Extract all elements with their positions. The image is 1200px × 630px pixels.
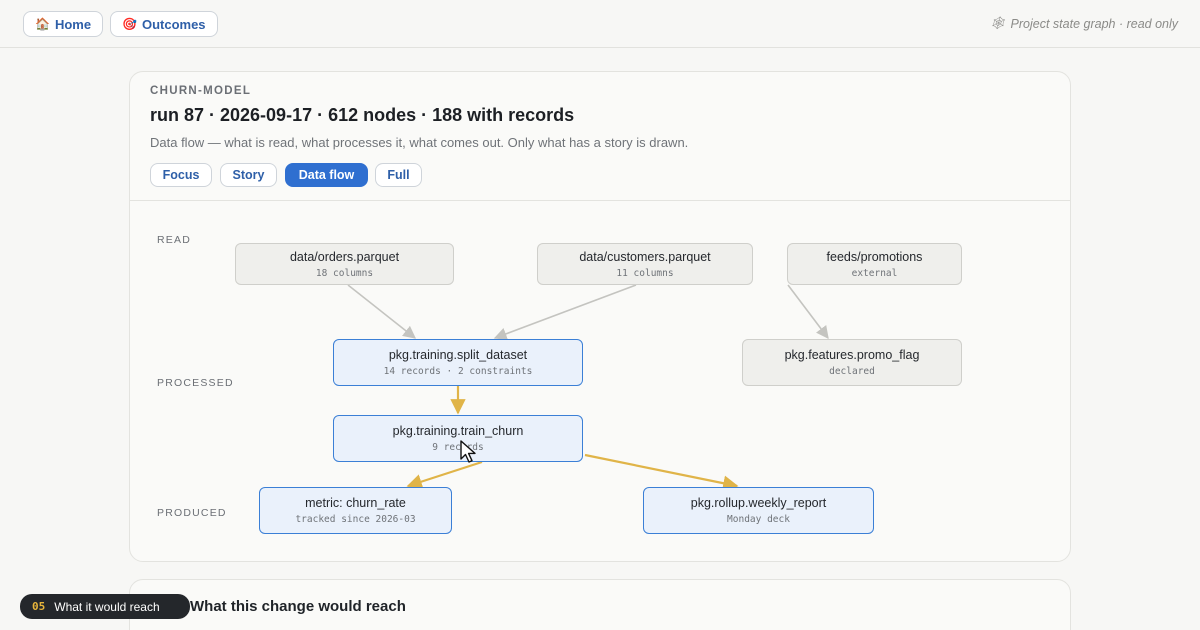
node-subtitle: 14 records · 2 constraints — [383, 366, 533, 377]
node-promo-flag[interactable]: pkg.features.promo_flag declared — [742, 339, 962, 386]
step-label: What it would reach — [54, 599, 160, 614]
node-weekly-report[interactable]: pkg.rollup.weekly_report Monday deck — [643, 487, 874, 534]
node-train-churn[interactable]: pkg.training.train_churn 9 records — [333, 415, 583, 462]
node-metric-churn-rate[interactable]: metric: churn_rate tracked since 2026-03 — [259, 487, 452, 534]
node-name: metric: churn_rate — [305, 496, 406, 510]
home-label: Home — [54, 16, 92, 32]
node-split-dataset[interactable]: pkg.training.split_dataset 14 records · … — [333, 339, 583, 386]
edge-orders-split — [347, 284, 417, 339]
node-feeds-promotions[interactable]: feeds/promotions external — [787, 243, 962, 285]
mouse-cursor-icon — [460, 440, 476, 463]
node-name: pkg.rollup.weekly_report — [690, 496, 827, 510]
node-name: pkg.training.train_churn — [392, 424, 524, 438]
home-icon: 🏠 — [35, 17, 50, 31]
node-subtitle: 18 columns — [315, 267, 374, 279]
reach-card-title: What this change would reach — [190, 598, 406, 615]
node-name: pkg.training.split_dataset — [388, 348, 528, 362]
node-subtitle: Monday deck — [727, 514, 790, 525]
reach-card: What this change would reach — [129, 579, 1071, 630]
target-icon: 🎯 — [122, 17, 137, 31]
outcomes-label: Outcomes — [141, 16, 206, 32]
node-name: data/customers.parquet — [579, 249, 711, 264]
outcomes-button[interactable]: 🎯 Outcomes — [110, 11, 218, 37]
node-name: pkg.features.promo_flag — [784, 348, 920, 362]
state-note-text: Project state graph · read only — [1010, 16, 1178, 31]
edge-customers-split — [493, 284, 637, 340]
edge-train-metric — [406, 460, 483, 490]
node-orders-parquet[interactable]: data/orders.parquet 18 columns — [235, 243, 454, 285]
step-number: 05 — [32, 600, 46, 613]
top-bar: 🏠 Home 🎯 Outcomes 🕸 Project state graph … — [0, 0, 1200, 48]
node-subtitle: external — [851, 267, 898, 279]
node-name: feeds/promotions — [826, 249, 923, 264]
node-subtitle: declared — [829, 366, 875, 377]
graph-icon: 🕸 — [989, 16, 1006, 30]
node-subtitle: tracked since 2026-03 — [295, 514, 416, 525]
state-note: 🕸 Project state graph · read only — [990, 16, 1178, 31]
edge-promotions-promo-flag — [787, 284, 829, 340]
edge-train-report — [584, 453, 739, 491]
node-customers-parquet[interactable]: data/customers.parquet 11 columns — [537, 243, 753, 285]
graph-card: CHURN-MODEL run 87 · 2026-09-17 · 612 no… — [129, 71, 1071, 562]
node-subtitle: 11 columns — [616, 267, 674, 279]
step-toast: 05 What it would reach — [20, 594, 190, 619]
home-button[interactable]: 🏠 Home — [23, 11, 104, 37]
node-name: data/orders.parquet — [289, 249, 400, 264]
